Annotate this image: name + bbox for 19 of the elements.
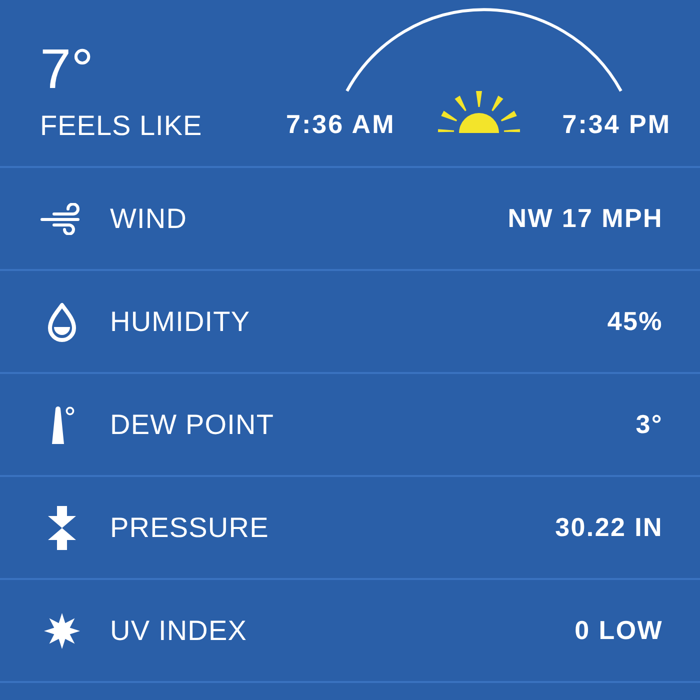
thermometer-icon (49, 404, 75, 444)
sunrise-time: 7:36 AM (286, 111, 396, 140)
water-drop-icon (46, 302, 78, 342)
sunset-time: 7:34 PM (562, 111, 671, 140)
pressure-arrows-icon (46, 506, 78, 550)
feels-like-label: FEELS LIKE (40, 112, 202, 140)
detail-label: PRESSURE (110, 512, 269, 544)
detail-label: WIND (110, 202, 188, 234)
detail-value: 0 LOW (574, 615, 663, 646)
detail-label: UV INDEX (110, 614, 248, 646)
detail-value: 3° (636, 409, 663, 440)
detail-label: HUMIDITY (110, 306, 250, 338)
detail-value: NW 17 MPH (508, 203, 663, 234)
temperature-value: 7° (40, 41, 94, 97)
detail-value: 30.22 IN (555, 512, 663, 543)
detail-value: 45% (607, 306, 663, 337)
uv-star-icon (44, 612, 80, 648)
detail-label: DEW POINT (110, 408, 274, 440)
rising-sun-icon (436, 90, 521, 134)
